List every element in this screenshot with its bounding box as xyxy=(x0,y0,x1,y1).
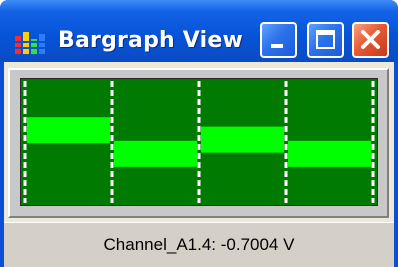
window-client-area: Channel_A1.4: -0.7004 V xyxy=(4,62,394,267)
channel-bar-4 xyxy=(288,140,371,167)
channel-bar-2 xyxy=(114,140,197,167)
maximize-icon xyxy=(316,30,335,49)
bargraph-window: Bargraph View Channel_A1.4: -0.7004 V xyxy=(0,0,398,267)
status-readout: Channel_A1.4: -0.7004 V xyxy=(103,235,295,254)
close-icon xyxy=(361,30,380,49)
title-bar[interactable]: Bargraph View xyxy=(0,0,398,62)
window-title: Bargraph View xyxy=(58,28,244,53)
minimize-icon xyxy=(271,44,283,48)
maximize-button[interactable] xyxy=(307,22,344,58)
close-button[interactable] xyxy=(352,22,389,58)
bargraph-app-icon xyxy=(15,32,45,54)
bargraph-plot xyxy=(20,78,378,206)
status-bar: Channel_A1.4: -0.7004 V xyxy=(4,222,394,267)
channel-bar-3 xyxy=(201,126,284,153)
bargraph-panel xyxy=(8,68,389,218)
minimize-button[interactable] xyxy=(260,22,297,58)
channel-bar-1 xyxy=(27,117,110,144)
